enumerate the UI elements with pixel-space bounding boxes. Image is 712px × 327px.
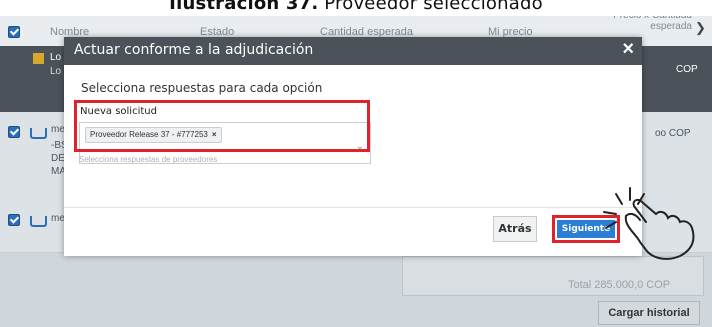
close-icon[interactable]: ×	[622, 38, 634, 61]
modal-footer-divider	[64, 207, 642, 208]
caption-text: Proveedor seleccionado	[324, 0, 543, 14]
lot-sublabel: Lo	[50, 66, 62, 77]
select-all-checkbox[interactable]	[8, 26, 20, 38]
back-button[interactable]: Atrás	[493, 216, 537, 242]
lot-label: Lo	[50, 52, 62, 63]
row-desc-2: DE	[51, 153, 65, 164]
award-modal: Actuar conforme a la adjudicación × Sele…	[64, 37, 642, 256]
select-placeholder: Selecciona respuestas de proveedores	[79, 155, 218, 164]
click-hand-icon	[603, 187, 695, 260]
row-name: me	[51, 213, 65, 224]
row-name: me	[51, 124, 65, 135]
chevron-right-icon[interactable]: ❯	[695, 20, 706, 36]
load-history-button[interactable]: Cargar historial	[598, 301, 700, 325]
cart-icon	[30, 128, 47, 139]
row-checkbox[interactable]	[8, 214, 20, 226]
lot-price: COP	[676, 64, 698, 75]
figure-caption: Ilustración 37. Proveedor seleccionado	[0, 0, 712, 14]
page-background: Nombre Estado Cantidad esperada Mi preci…	[0, 16, 712, 327]
caption-prefix: Ilustración 37.	[169, 0, 319, 14]
lot-icon	[33, 53, 44, 64]
modal-subtitle: Selecciona respuestas para cada opción	[81, 81, 323, 95]
cart-icon	[30, 216, 47, 227]
field-label: Nueva solicitud	[80, 106, 157, 117]
total-amount: Total 285.000,0 COP	[568, 279, 671, 291]
modal-header: Actuar conforme a la adjudicación ×	[64, 37, 642, 65]
row-checkbox[interactable]	[8, 126, 20, 138]
modal-title: Actuar conforme a la adjudicación	[74, 42, 314, 58]
header-price-qty: Precio x Cantidad esperada	[613, 16, 692, 32]
row-price: oo COP	[655, 128, 691, 139]
